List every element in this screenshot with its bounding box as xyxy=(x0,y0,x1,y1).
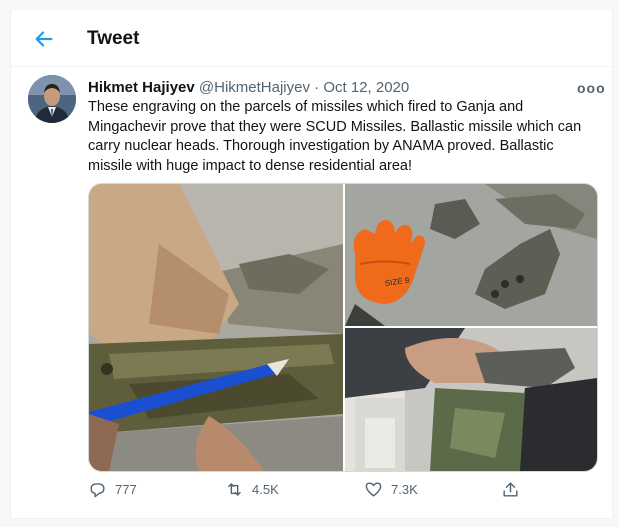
photo-engraved-fragment-with-pen[interactable] xyxy=(89,184,343,471)
page-title: Tweet xyxy=(87,28,140,49)
retweet-count: 4.5K xyxy=(252,482,279,497)
meta-separator: · xyxy=(314,79,320,96)
tweet-date[interactable]: Oct 12, 2020 xyxy=(323,79,409,96)
author-handle[interactable]: @HikmetHajiyev xyxy=(199,79,310,96)
retweet-button[interactable]: 4.5K xyxy=(225,480,279,499)
author-name[interactable]: Hikmet Hajiyev xyxy=(88,79,195,96)
tweet-actions: 777 4.5K 7.3K xyxy=(88,480,600,504)
share-button[interactable] xyxy=(501,480,520,499)
retweet-icon xyxy=(228,483,241,496)
reply-button[interactable]: 777 xyxy=(88,480,137,499)
arrow-left-icon[interactable] xyxy=(33,28,55,50)
like-count: 7.3K xyxy=(391,482,418,497)
tweet-media-grid: SIZE 9 xyxy=(88,183,598,472)
share-icon xyxy=(503,482,518,497)
reply-icon xyxy=(90,483,105,498)
avatar[interactable] xyxy=(28,75,76,123)
reply-count: 777 xyxy=(115,482,137,497)
heart-icon xyxy=(365,482,382,497)
photo-hand-holding-fragment[interactable] xyxy=(345,328,597,471)
tweet-text: These engraving on the parcels of missil… xyxy=(88,99,582,174)
photo-debris-with-orange-glove[interactable]: SIZE 9 xyxy=(345,184,597,326)
like-button[interactable]: 7.3K xyxy=(364,480,418,499)
tweet-header: Tweet xyxy=(11,10,612,67)
tweet-meta: Hikmet Hajiyev @HikmetHajiyev · Oct 12, … xyxy=(88,79,409,96)
tweet-panel: Tweet Hikmet Hajiyev @HikmetHajiyev · Oc… xyxy=(10,10,613,518)
more-options-icon[interactable]: ooo xyxy=(577,80,606,96)
